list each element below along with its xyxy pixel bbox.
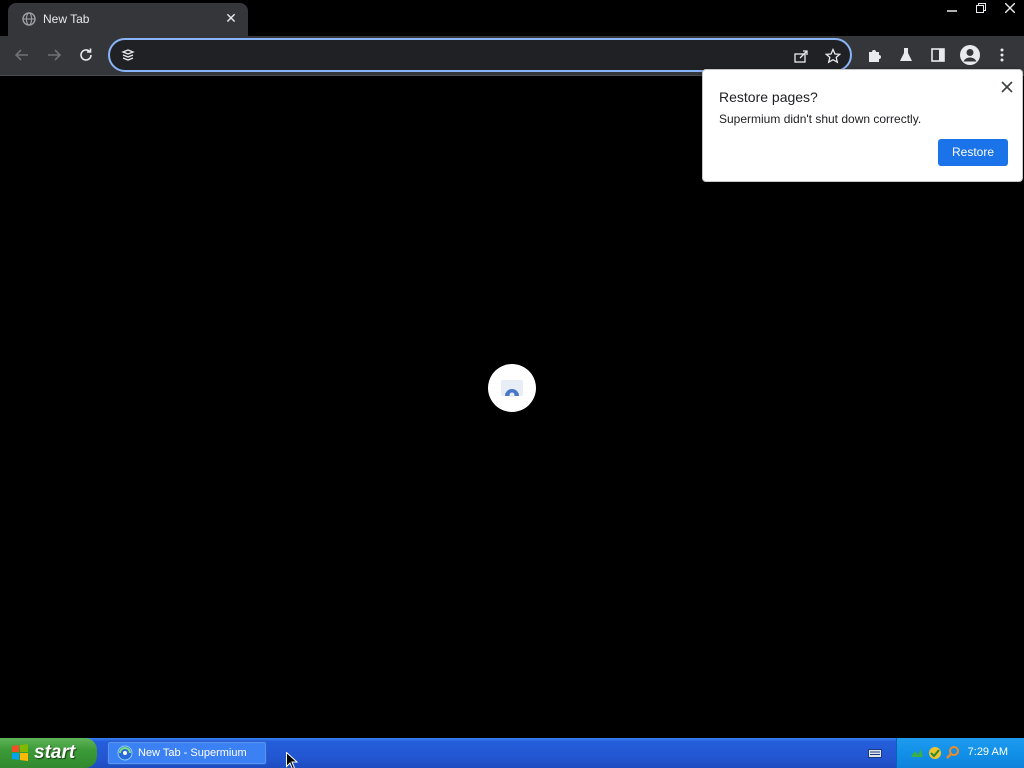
- back-button[interactable]: [7, 40, 37, 70]
- clock: 7:29 AM: [967, 746, 1008, 758]
- forward-button[interactable]: [39, 40, 69, 70]
- taskbar-item-label: New Tab - Supermium: [138, 747, 247, 759]
- profile-button[interactable]: [955, 40, 985, 70]
- mouse-cursor-icon: [286, 752, 298, 768]
- restore-pages-dialog: Restore pages? Supermium didn't shut dow…: [702, 69, 1023, 182]
- close-window-button[interactable]: [995, 0, 1024, 18]
- window-controls: [937, 0, 1024, 18]
- profile-icon: [960, 45, 980, 65]
- extensions-icon: [869, 50, 881, 62]
- extensions-button[interactable]: [859, 40, 889, 70]
- windows-logo-icon: [12, 744, 28, 761]
- loading-icon: [501, 380, 523, 398]
- taskbar-item-supermium[interactable]: New Tab - Supermium: [107, 741, 267, 765]
- share-icon[interactable]: [790, 45, 812, 67]
- tab-title: New Tab: [43, 12, 90, 26]
- reload-button[interactable]: [71, 40, 101, 70]
- address-bar[interactable]: [108, 38, 852, 72]
- side-panel-icon: [931, 48, 945, 62]
- keyboard-layout-button[interactable]: [862, 742, 888, 764]
- tab-strip: New Tab ✕: [0, 0, 1024, 36]
- tab-new-tab[interactable]: New Tab ✕: [8, 3, 248, 36]
- loading-spinner: [488, 364, 536, 412]
- bookmark-star-icon[interactable]: [822, 45, 844, 67]
- side-panel-button[interactable]: [923, 40, 953, 70]
- labs-flask-icon: [900, 48, 912, 61]
- menu-button[interactable]: [987, 40, 1017, 70]
- restore-button[interactable]: Restore: [938, 139, 1008, 166]
- security-icon[interactable]: [927, 745, 943, 761]
- dialog-message: Supermium didn't shut down correctly.: [719, 112, 922, 126]
- back-icon: [14, 49, 28, 61]
- site-info-icon: [120, 47, 136, 63]
- network-icon[interactable]: [909, 745, 925, 761]
- keyboard-icon: [868, 749, 882, 758]
- minimize-button[interactable]: [937, 0, 966, 18]
- start-button[interactable]: start: [0, 738, 97, 768]
- dialog-title: Restore pages?: [719, 89, 818, 105]
- reload-icon: [80, 48, 92, 61]
- screen: New Tab ✕ Restore pages? Supermium didn'…: [0, 0, 1024, 768]
- labs-button[interactable]: [891, 40, 921, 70]
- tab-close-icon[interactable]: ✕: [222, 9, 240, 27]
- start-label: start: [34, 742, 76, 763]
- supermium-app-icon: [117, 745, 133, 761]
- system-tray: 7:29 AM: [896, 738, 1024, 768]
- search-magnifier-icon[interactable]: [945, 745, 961, 761]
- dialog-close-icon[interactable]: [998, 78, 1016, 96]
- restore-window-button[interactable]: [966, 0, 995, 18]
- menu-icon: [1000, 48, 1004, 62]
- globe-icon: [22, 12, 36, 26]
- taskbar: start New Tab - Supermium 7:29 AM: [0, 738, 1024, 768]
- forward-icon: [48, 49, 62, 61]
- address-input[interactable]: [146, 44, 766, 66]
